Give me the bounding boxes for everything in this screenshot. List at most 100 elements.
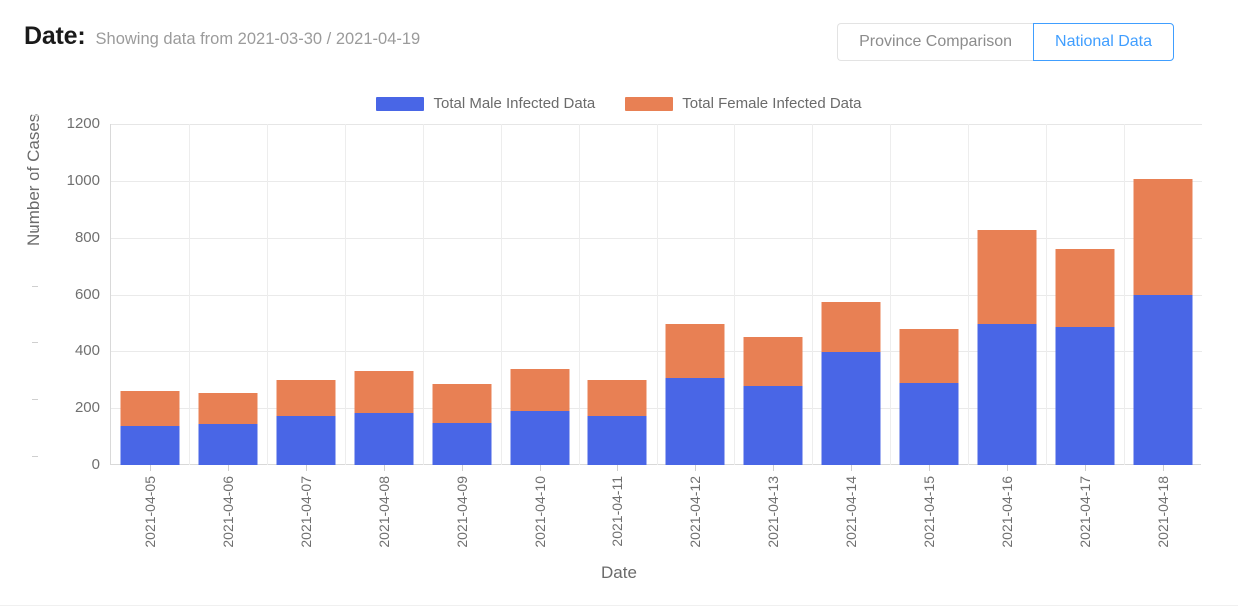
legend-item-male[interactable]: Total Male Infected Data [376, 95, 595, 112]
x-axis-tick-label: 2021-04-14 [843, 476, 860, 548]
y-axis-tick-mark [32, 399, 38, 401]
x-axis-tick-mark [461, 465, 463, 471]
y-axis-tick-mark [32, 115, 38, 116]
x-axis-tick-label: 2021-04-09 [453, 476, 470, 548]
stacked-bar[interactable] [743, 337, 803, 465]
bar-segment-male[interactable] [665, 378, 725, 465]
page-title: Date: [24, 22, 86, 50]
stacked-bar[interactable] [198, 393, 258, 465]
chart-legend: Total Male Infected Data Total Female In… [0, 95, 1238, 112]
x-axis-tick-label: 2021-04-05 [141, 476, 158, 548]
bar-segment-male[interactable] [1133, 295, 1193, 465]
stacked-bar[interactable] [120, 391, 180, 465]
plot-area: 0 200 400 600 800 1000 1200 2021-04-05 2021-04-… [32, 115, 1202, 548]
bar-segment-female[interactable] [354, 370, 414, 413]
x-axis-tick-label: 2021-04-13 [765, 476, 782, 548]
bar-segment-female[interactable] [977, 230, 1037, 325]
bar-segment-female[interactable] [432, 384, 492, 423]
x-axis-title: Date [601, 563, 637, 582]
bar-segment-male[interactable] [354, 413, 414, 465]
x-axis-tick-label: 2021-04-10 [531, 476, 548, 548]
bar-segment-female[interactable] [120, 391, 180, 427]
x-axis-tick-mark [773, 465, 775, 471]
bar-segment-male[interactable] [1055, 326, 1115, 465]
bar-segment-male[interactable] [198, 424, 258, 465]
stacked-bar[interactable] [665, 324, 725, 465]
bar-segment-male[interactable] [510, 411, 570, 465]
bar-segment-female[interactable] [821, 302, 881, 352]
bar-slot: 2021-04-14 [812, 124, 890, 548]
x-axis-tick-mark [383, 465, 385, 471]
y-axis-tick-label: 600 [32, 285, 108, 303]
y-axis-tick-label: 1200 [32, 115, 108, 132]
bar-segment-female[interactable] [587, 380, 647, 417]
bar-slot: 2021-04-13 [734, 124, 812, 548]
bar-segment-male[interactable] [120, 426, 180, 465]
bar-slot: 2021-04-05 [111, 124, 189, 548]
bar-segment-female[interactable] [1055, 249, 1115, 327]
stacked-bar[interactable] [432, 384, 492, 465]
stacked-bar[interactable] [977, 230, 1037, 465]
x-axis-tick-label: 2021-04-16 [999, 476, 1016, 548]
legend-swatch-female-icon [625, 96, 674, 111]
page-header: Date: Showing data from 2021-03-30 / 202… [0, 0, 1238, 78]
y-axis-tick-label: 400 [32, 342, 108, 359]
province-comparison-button[interactable]: Province Comparison [837, 23, 1034, 61]
legend-label-female: Total Female Infected Data [682, 95, 862, 112]
y-axis-tick-label: 200 [32, 399, 108, 416]
x-axis-tick-label: 2021-04-07 [297, 476, 314, 548]
bars-group: 2021-04-05 2021-04-06 2021-04-07 2021-04-08… [111, 124, 1202, 548]
national-data-button[interactable]: National Data [1033, 23, 1174, 61]
bar-segment-male[interactable] [977, 324, 1037, 465]
bar-segment-female[interactable] [510, 368, 570, 412]
bar-segment-female[interactable] [1133, 179, 1193, 296]
bar-segment-male[interactable] [276, 416, 336, 465]
x-axis-tick-label: 2021-04-11 [609, 476, 626, 547]
stacked-bar-chart: Total Male Infected Data Total Female In… [0, 78, 1238, 606]
stacked-bar[interactable] [354, 370, 414, 465]
x-axis-tick-mark [1007, 465, 1009, 471]
bar-segment-female[interactable] [665, 324, 725, 379]
bar-segment-male[interactable] [899, 383, 959, 465]
bar-segment-male[interactable] [587, 416, 647, 465]
y-axis-tick-mark [32, 456, 38, 457]
x-axis-tick-mark [617, 465, 619, 471]
stacked-bar[interactable] [276, 380, 336, 465]
stacked-bar[interactable] [1133, 179, 1193, 465]
stacked-bar[interactable] [587, 380, 647, 465]
y-axis-tick-mark [32, 171, 38, 173]
bar-slot: 2021-04-17 [1046, 124, 1124, 548]
bar-slot: 2021-04-06 [189, 124, 267, 548]
bar-segment-male[interactable] [821, 351, 881, 465]
x-axis-tick-mark [539, 465, 541, 471]
bar-segment-male[interactable] [743, 386, 803, 465]
y-axis-tick-label: 800 [32, 228, 108, 246]
bar-segment-female[interactable] [276, 380, 336, 417]
y-axis-tick-mark [32, 228, 38, 230]
x-axis-tick-mark [1085, 465, 1087, 471]
x-axis-tick-mark [929, 465, 931, 471]
bar-segment-female[interactable] [743, 337, 803, 387]
bar-segment-female[interactable] [198, 393, 258, 425]
bar-slot: 2021-04-10 [501, 124, 579, 548]
bar-slot: 2021-04-12 [656, 124, 734, 548]
bar-slot: 2021-04-09 [423, 124, 501, 548]
x-axis-tick-label: 2021-04-17 [1077, 476, 1094, 548]
national-data-page: Date: Showing data from 2021-03-30 / 202… [0, 0, 1238, 606]
legend-swatch-male-icon [376, 96, 425, 111]
stacked-bar[interactable] [1055, 249, 1115, 465]
x-axis-tick-mark [695, 465, 697, 471]
x-axis-tick-mark [149, 465, 151, 471]
stacked-bar[interactable] [510, 368, 570, 465]
stacked-bar[interactable] [899, 329, 959, 465]
bar-slot: 2021-04-15 [890, 124, 968, 548]
legend-item-female[interactable]: Total Female Infected Data [625, 95, 862, 112]
x-axis-tick-label: 2021-04-15 [921, 476, 938, 548]
x-axis-tick-mark [851, 465, 853, 471]
legend-label-male: Total Male Infected Data [433, 95, 596, 112]
stacked-bar[interactable] [821, 302, 881, 465]
bar-segment-male[interactable] [432, 422, 492, 465]
bar-slot: 2021-04-07 [267, 124, 345, 548]
bar-segment-female[interactable] [899, 329, 959, 384]
y-axis-tick-label: 1000 [32, 171, 108, 189]
